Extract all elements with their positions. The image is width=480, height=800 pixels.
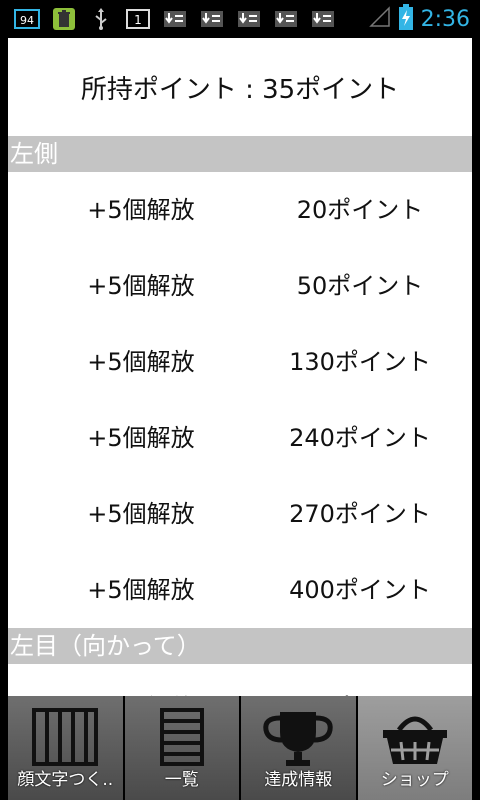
download-icon xyxy=(162,8,188,30)
tab-create-emoticon[interactable]: 顔文字つく.. xyxy=(8,696,123,800)
point-cost: 240ポイント xyxy=(289,424,431,452)
shop-row[interactable]: +5個解放 400ポイント xyxy=(8,552,472,628)
unlock-label: +5個解放 xyxy=(87,424,195,452)
unlock-label: +5個解放 xyxy=(87,348,195,376)
shop-row[interactable]: +5個解放 270ポイント xyxy=(8,476,472,552)
point-cost: 130ポイント xyxy=(289,348,431,376)
shop-content[interactable]: 所持ポイント : 35ポイント 左側 +5個解放 20ポイント +5個解放 50… xyxy=(8,38,472,696)
unlock-label: +5個解放 xyxy=(87,272,195,300)
unlock-label: +5個解放 xyxy=(87,196,195,224)
bottom-tab-bar: 顔文字つく.. 一覧 達成情報 ショップ xyxy=(0,696,480,800)
clock: 2:36 xyxy=(420,6,470,32)
points-balance: 所持ポイント : 35ポイント xyxy=(80,74,400,105)
section-header-left-side: 左側 xyxy=(8,136,472,172)
tab-achievements[interactable]: 達成情報 xyxy=(241,696,356,800)
download-icon xyxy=(310,8,336,30)
tab-shop[interactable]: ショップ xyxy=(357,696,473,800)
usb-icon xyxy=(88,8,114,30)
download-icon xyxy=(236,8,262,30)
notification-number: 1 xyxy=(134,13,142,27)
shopping-basket-icon xyxy=(358,706,473,768)
tab-label: 顔文字つく.. xyxy=(17,770,114,790)
signal-icon xyxy=(368,6,391,32)
unlock-label: +5個解放 xyxy=(87,576,195,604)
download-icon xyxy=(199,8,225,30)
trash-app-icon xyxy=(51,8,77,30)
shop-row[interactable]: +5個解放 240ポイント xyxy=(8,400,472,476)
trophy-icon xyxy=(241,706,356,768)
point-cost: 270ポイント xyxy=(289,500,431,528)
tab-label: 達成情報 xyxy=(264,770,333,790)
shop-row[interactable]: +5個解放 20ポイント xyxy=(8,172,472,248)
unlock-label: +5個解放 xyxy=(56,678,226,696)
tab-label: ショップ xyxy=(380,770,449,790)
shop-row[interactable]: +5個解放 130ポイント xyxy=(8,324,472,400)
section-header-left-eye: 左目（向かって） xyxy=(8,628,472,664)
battery-charging-icon xyxy=(398,4,413,34)
point-cost: 50ポイント xyxy=(296,272,424,300)
download-icon xyxy=(273,8,299,30)
notification-badge-icon: 94 xyxy=(14,8,40,30)
tab-list[interactable]: 一覧 xyxy=(124,696,240,800)
unlock-label: +5個解放 xyxy=(87,500,195,528)
grid-columns-icon xyxy=(8,706,123,768)
badge-number: 94 xyxy=(20,14,34,27)
point-cost: 20ポイント xyxy=(296,196,424,224)
tab-label: 一覧 xyxy=(164,770,199,790)
shop-row[interactable]: +5個解放 50ポイント xyxy=(8,248,472,324)
point-cost: 20ポイント xyxy=(270,678,450,696)
point-cost: 400ポイント xyxy=(289,576,431,604)
shop-row[interactable]: +5個解放 20ポイント xyxy=(8,664,472,696)
calendar-notification-icon: 1 xyxy=(125,8,151,30)
status-bar: 94 1 2:36 xyxy=(0,0,480,38)
list-rows-icon xyxy=(125,706,240,768)
